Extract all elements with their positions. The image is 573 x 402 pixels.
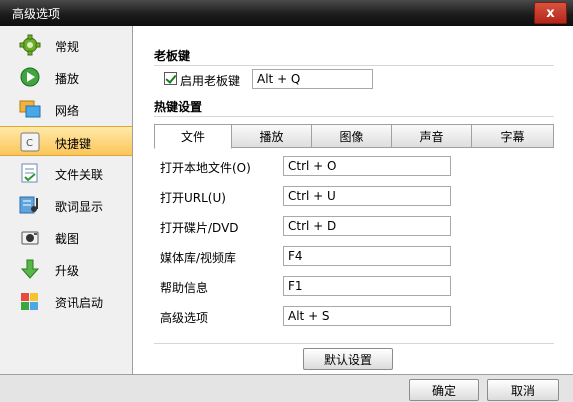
- hotkey-input-open-url[interactable]: Ctrl + U: [283, 186, 451, 206]
- title-bar: 高级选项 x: [0, 0, 573, 26]
- gear-icon: [19, 34, 41, 56]
- sidebar-item-label: 歌词显示: [55, 200, 104, 214]
- download-arrow-icon: [20, 259, 40, 279]
- tab-playback[interactable]: 播放: [231, 124, 312, 148]
- tab-sound[interactable]: 声音: [391, 124, 472, 148]
- tab-panel-border: [231, 147, 554, 148]
- enable-boss-key-label: 启用老板键: [180, 74, 241, 88]
- sidebar-item-label: 文件关联: [55, 168, 104, 182]
- sidebar-item-label: 升级: [55, 264, 80, 278]
- lyrics-icon: [19, 196, 38, 214]
- hotkey-label: 打开本地文件(O): [160, 161, 251, 175]
- sidebar-item-label: 播放: [55, 72, 80, 86]
- divider: [154, 65, 554, 66]
- sidebar-item-news-startup[interactable]: 资讯启动: [0, 286, 132, 316]
- close-icon: x: [546, 5, 555, 21]
- ok-button[interactable]: 确定: [409, 379, 479, 401]
- file-association-icon: [21, 163, 38, 183]
- default-settings-button[interactable]: 默认设置: [303, 348, 393, 370]
- sidebar-item-label: 资讯启动: [55, 296, 104, 310]
- boss-key-section-title: 老板键: [154, 49, 191, 63]
- sidebar-item-label: 截图: [55, 232, 80, 246]
- tab-file[interactable]: 文件: [154, 124, 232, 149]
- sidebar-item-file-association[interactable]: 文件关联: [0, 158, 132, 188]
- hotkey-input-open-file[interactable]: Ctrl + O: [283, 156, 451, 176]
- sidebar-item-general[interactable]: 常规: [0, 30, 132, 60]
- sidebar: 常规 播放 网络 C 快捷键 文件关联 歌词显示 截图 升级 资讯启动: [0, 26, 133, 374]
- divider: [154, 343, 554, 344]
- hotkey-input-help[interactable]: F1: [283, 276, 451, 296]
- sidebar-item-label: 快捷键: [55, 137, 92, 151]
- play-icon: [20, 67, 40, 87]
- hotkey-section-title: 热键设置: [154, 100, 203, 114]
- hotkey-input-media-library[interactable]: F4: [283, 246, 451, 266]
- sidebar-item-screenshot[interactable]: 截图: [0, 222, 132, 252]
- hotkey-input-advanced-options[interactable]: Alt + S: [283, 306, 451, 326]
- network-icon: [19, 100, 41, 118]
- sidebar-item-label: 常规: [55, 40, 80, 54]
- hotkey-label: 高级选项: [160, 311, 209, 325]
- cancel-button[interactable]: 取消: [487, 379, 559, 401]
- keyboard-key-icon: C: [20, 132, 40, 152]
- boss-key-input[interactable]: Alt + Q: [252, 69, 373, 89]
- enable-boss-key-checkbox[interactable]: [164, 72, 177, 85]
- divider: [154, 116, 554, 117]
- sidebar-item-playback[interactable]: 播放: [0, 62, 132, 92]
- sidebar-item-upgrade[interactable]: 升级: [0, 254, 132, 284]
- hotkey-label: 媒体库/视频库: [160, 251, 237, 265]
- sidebar-item-hotkeys[interactable]: C 快捷键: [0, 126, 132, 156]
- tab-subtitle[interactable]: 字幕: [471, 124, 554, 148]
- hotkey-tabs: 文件 播放 图像 声音 字幕: [154, 124, 554, 149]
- camera-icon: [21, 231, 39, 245]
- news-cube-icon: [21, 293, 38, 310]
- hotkey-input-open-dvd[interactable]: Ctrl + D: [283, 216, 451, 236]
- sidebar-item-label: 网络: [55, 104, 80, 118]
- hotkey-label: 打开碟片/DVD: [160, 221, 239, 235]
- window-title: 高级选项: [12, 7, 61, 21]
- svg-text:C: C: [26, 138, 33, 149]
- hotkey-label: 打开URL(U): [160, 191, 226, 205]
- tab-image[interactable]: 图像: [311, 124, 392, 148]
- hotkey-label: 帮助信息: [160, 281, 209, 295]
- sidebar-item-lyrics[interactable]: 歌词显示: [0, 190, 132, 220]
- close-button[interactable]: x: [534, 2, 567, 24]
- sidebar-item-network[interactable]: 网络: [0, 94, 132, 124]
